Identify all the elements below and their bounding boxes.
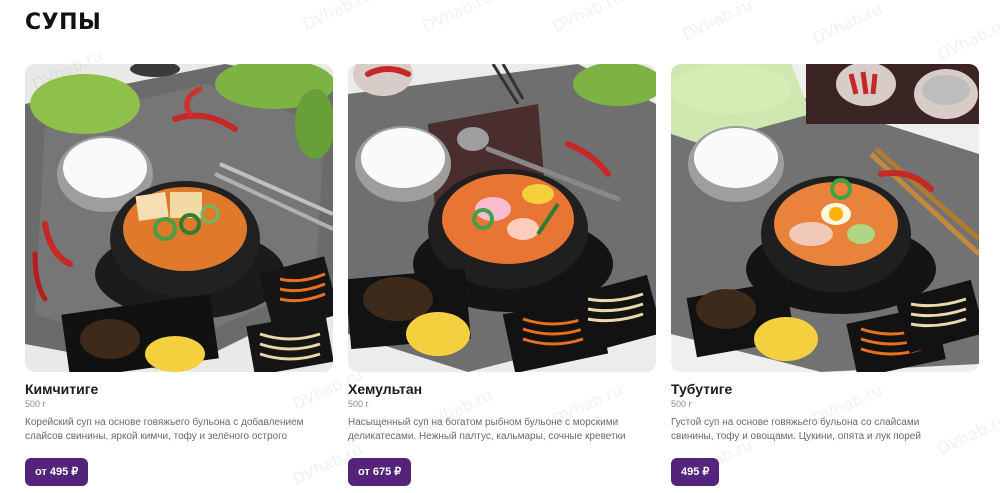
soup-photo-illustration xyxy=(25,64,333,372)
price-button[interactable]: 495 ₽ xyxy=(671,458,720,486)
price-button[interactable]: от 675 ₽ xyxy=(348,458,412,486)
product-weight: 500 г xyxy=(671,399,692,409)
product-name[interactable]: Хемультан xyxy=(348,381,656,397)
description-line: Корейский суп на основе говяжьего бульон… xyxy=(25,417,304,428)
product-card-hemultan[interactable]: Хемультан 500 г Насыщенный суп на богато… xyxy=(348,64,656,486)
description-line: Насыщенный суп на богатом рыбном бульоне… xyxy=(348,417,619,428)
description-line: деликатесами. Нежный палтус, кальмары, с… xyxy=(348,431,626,442)
watermark: DVhab.ru xyxy=(549,0,626,36)
watermark: DVhab.ru xyxy=(934,15,1000,64)
product-photo[interactable] xyxy=(348,64,656,372)
product-list: Кимчитиге 500 г Корейский суп на основе … xyxy=(25,64,979,486)
watermark: DVhab.ru xyxy=(809,0,886,48)
watermark: DVhab.ru xyxy=(419,0,496,36)
product-weight: 500 г xyxy=(25,399,46,409)
product-name[interactable]: Тубутиге xyxy=(671,381,979,397)
product-description: Корейский суп на основе говяжьего бульон… xyxy=(25,416,333,444)
description-line: Густой суп на основе говяжьего бульона с… xyxy=(671,417,920,428)
product-weight: 500 г xyxy=(348,399,369,409)
soup-photo-illustration xyxy=(348,64,656,372)
price-button[interactable]: от 495 ₽ xyxy=(25,458,89,486)
product-description: Густой суп на основе говяжьего бульона с… xyxy=(671,416,979,444)
product-card-tubutige[interactable]: Тубутиге 500 г Густой суп на основе говя… xyxy=(671,64,979,486)
description-line: свинины, тофу и овощами. Цукини, опята и… xyxy=(671,431,921,442)
product-photo[interactable] xyxy=(671,64,979,372)
soup-photo-illustration xyxy=(671,64,979,372)
description-line: слайсов свинины, яркой кимчи, тофу и зел… xyxy=(25,431,288,442)
product-name[interactable]: Кимчитиге xyxy=(25,381,333,397)
product-card-kimchitige[interactable]: Кимчитиге 500 г Корейский суп на основе … xyxy=(25,64,333,486)
section-title: СУПЫ xyxy=(25,10,102,35)
watermark: DVhab.ru xyxy=(299,0,376,34)
product-photo[interactable] xyxy=(25,64,333,372)
product-description: Насыщенный суп на богатом рыбном бульоне… xyxy=(348,416,656,444)
watermark: DVhab.ru xyxy=(679,0,756,44)
